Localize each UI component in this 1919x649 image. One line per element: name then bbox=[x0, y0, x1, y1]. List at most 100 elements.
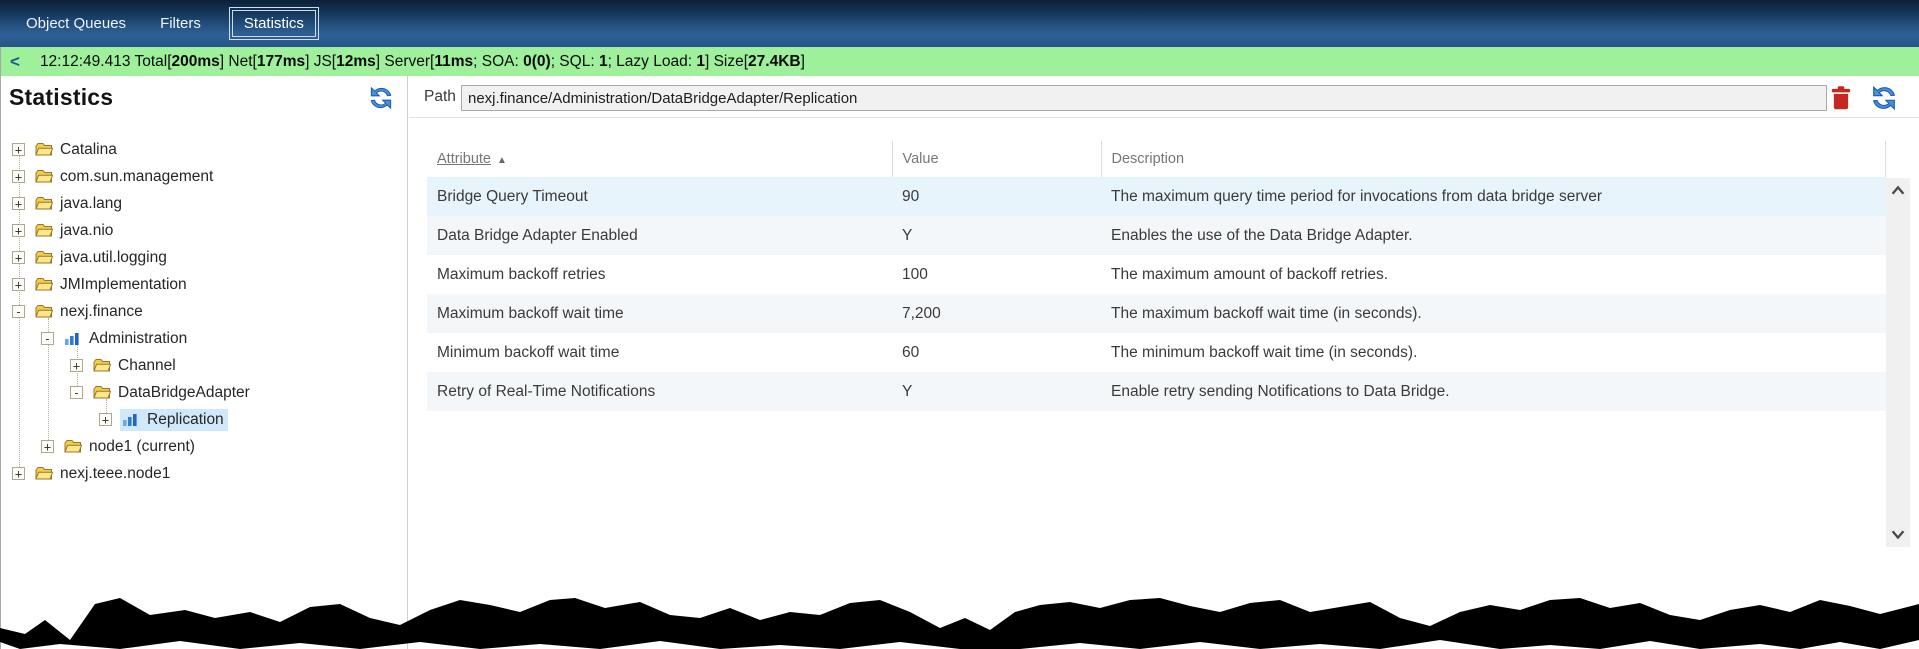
cell-value: Y bbox=[892, 216, 1101, 255]
tree-item-label: java.nio bbox=[60, 222, 113, 240]
tree-item-nexj-finance[interactable]: - nexj.finance bbox=[0, 298, 405, 325]
status-value: 200ms bbox=[172, 53, 220, 71]
window-left-border bbox=[0, 47, 1, 649]
cell-attribute: Maximum backoff wait time bbox=[427, 294, 892, 333]
folder-icon bbox=[93, 385, 111, 400]
tree-item-java-nio[interactable]: + java.nio bbox=[0, 217, 405, 244]
tree-expander-icon[interactable]: + bbox=[99, 413, 112, 426]
tree-expander-icon[interactable]: + bbox=[12, 467, 25, 480]
status-segment: ; SQL: bbox=[551, 53, 599, 71]
status-segment: ] bbox=[801, 53, 805, 71]
tree-item-jmimplementation[interactable]: + JMImplementation bbox=[0, 271, 405, 298]
chart-icon bbox=[64, 331, 82, 346]
tree-expander-icon[interactable]: - bbox=[12, 305, 25, 318]
table-row[interactable]: Maximum backoff retries 100 The maximum … bbox=[427, 255, 1886, 294]
tree-item-replication[interactable]: + Replication bbox=[0, 406, 405, 433]
folder-icon bbox=[93, 358, 111, 373]
tab-filters[interactable]: Filters bbox=[146, 9, 215, 38]
cell-attribute: Retry of Real-Time Notifications bbox=[427, 372, 892, 411]
folder-icon bbox=[35, 223, 53, 238]
scroll-down-icon[interactable] bbox=[1886, 523, 1910, 545]
tree-expander-icon[interactable]: + bbox=[12, 251, 25, 264]
folder-icon bbox=[35, 196, 53, 211]
cell-value: 60 bbox=[892, 333, 1101, 372]
tree-item-administration[interactable]: - Administration bbox=[0, 325, 405, 352]
cell-description: The maximum backoff wait time (in second… bbox=[1101, 294, 1886, 333]
status-segment: ] JS[ bbox=[305, 53, 336, 71]
torn-edge-decoration bbox=[0, 588, 1919, 649]
folder-icon bbox=[35, 277, 53, 292]
status-segment: ] Server[ bbox=[376, 53, 435, 71]
status-bar: < 12:12:49.413 Total[200ms] Net[177ms] J… bbox=[0, 47, 1919, 76]
tree-item-node1-current[interactable]: + node1 (current) bbox=[0, 433, 405, 460]
column-header-attribute[interactable]: Attribute ▲ bbox=[427, 141, 892, 177]
cell-attribute: Maximum backoff retries bbox=[427, 255, 892, 294]
column-header-label: Attribute bbox=[437, 151, 491, 167]
tree-expander-icon[interactable]: + bbox=[12, 197, 25, 210]
table-row[interactable]: Maximum backoff wait time 7,200 The maxi… bbox=[427, 294, 1886, 333]
table-row[interactable]: Minimum backoff wait time 60 The minimum… bbox=[427, 333, 1886, 372]
cell-description: The minimum backoff wait time (in second… bbox=[1101, 333, 1886, 372]
folder-icon bbox=[64, 439, 82, 454]
refresh-icon[interactable] bbox=[1869, 83, 1899, 113]
path-input[interactable] bbox=[461, 85, 1827, 111]
trash-icon[interactable] bbox=[1830, 85, 1852, 111]
folder-icon bbox=[35, 250, 53, 265]
tree-item-label: Channel bbox=[118, 357, 176, 375]
tree-item-label: nexj.finance bbox=[60, 303, 143, 321]
tree-item-nexj-teee-node1[interactable]: + nexj.teee.node1 bbox=[0, 460, 405, 487]
status-segment: ] Net[ bbox=[220, 53, 257, 71]
tree-item-label: Replication bbox=[147, 411, 224, 429]
scroll-up-icon[interactable] bbox=[1886, 180, 1910, 202]
tab-statistics[interactable]: Statistics bbox=[229, 7, 319, 40]
table-row[interactable]: Bridge Query Timeout 90 The maximum quer… bbox=[427, 177, 1886, 216]
cell-attribute: Data Bridge Adapter Enabled bbox=[427, 216, 892, 255]
tree-item-label: com.sun.management bbox=[60, 168, 213, 186]
status-value: 0(0) bbox=[523, 53, 551, 71]
tree-item-label: nexj.teee.node1 bbox=[60, 465, 170, 483]
tree-item-databridgeadapter[interactable]: - DataBridgeAdapter bbox=[0, 379, 405, 406]
cell-attribute: Minimum backoff wait time bbox=[427, 333, 892, 372]
tree-item-label: DataBridgeAdapter bbox=[118, 384, 250, 402]
sort-asc-icon: ▲ bbox=[497, 155, 507, 166]
folder-icon bbox=[35, 466, 53, 481]
tree-item-label: node1 (current) bbox=[89, 438, 195, 456]
tree-item-label: java.util.logging bbox=[60, 249, 167, 267]
status-value: 11ms bbox=[434, 53, 473, 71]
attributes-table: Attribute ▲ Value Description Bridge Quer… bbox=[427, 141, 1886, 411]
status-segment: ] Size[ bbox=[705, 53, 748, 71]
tree-expander-icon[interactable]: - bbox=[70, 386, 83, 399]
cell-attribute: Bridge Query Timeout bbox=[427, 177, 892, 216]
tree-expander-icon[interactable]: + bbox=[12, 143, 25, 156]
tree-item-java-util-logging[interactable]: + java.util.logging bbox=[0, 244, 405, 271]
vertical-scrollbar[interactable] bbox=[1886, 178, 1910, 547]
sidebar-refresh-icon[interactable] bbox=[367, 84, 395, 112]
cell-description: The maximum amount of backoff retries. bbox=[1101, 255, 1886, 294]
back-icon[interactable]: < bbox=[10, 52, 20, 72]
table-header-row: Attribute ▲ Value Description bbox=[427, 141, 1886, 177]
tree-expander-icon[interactable]: - bbox=[41, 332, 54, 345]
status-value: 1 bbox=[696, 53, 705, 71]
tree-expander-icon[interactable]: + bbox=[41, 440, 54, 453]
tree-item-java-lang[interactable]: + java.lang bbox=[0, 190, 405, 217]
tree-item-catalina[interactable]: + Catalina bbox=[0, 136, 405, 163]
tree-expander-icon[interactable]: + bbox=[70, 359, 83, 372]
app-window: Object Queues Filters Statistics < 12:12… bbox=[0, 0, 1919, 649]
table-row[interactable]: Data Bridge Adapter Enabled Y Enables th… bbox=[427, 216, 1886, 255]
path-label: Path bbox=[424, 88, 456, 106]
table-row[interactable]: Retry of Real-Time Notifications Y Enabl… bbox=[427, 372, 1886, 411]
column-header-value[interactable]: Value bbox=[892, 141, 1101, 177]
tab-object-queues[interactable]: Object Queues bbox=[12, 9, 140, 38]
tree-expander-icon[interactable]: + bbox=[12, 278, 25, 291]
tree-item-com-sun-management[interactable]: + com.sun.management bbox=[0, 163, 405, 190]
tree-item-channel[interactable]: + Channel bbox=[0, 352, 405, 379]
tree-expander-icon[interactable]: + bbox=[12, 224, 25, 237]
folder-icon bbox=[35, 304, 53, 319]
column-header-description[interactable]: Description bbox=[1101, 141, 1886, 177]
tree-item-label: JMImplementation bbox=[60, 276, 187, 294]
status-value: 12ms bbox=[336, 53, 376, 71]
tree-item-label: Catalina bbox=[60, 141, 117, 159]
tree-expander-icon[interactable]: + bbox=[12, 170, 25, 183]
statistics-tree: + Catalina + com.sun.management + java.l… bbox=[0, 136, 405, 487]
status-segment: ; Lazy Load: bbox=[608, 53, 697, 71]
